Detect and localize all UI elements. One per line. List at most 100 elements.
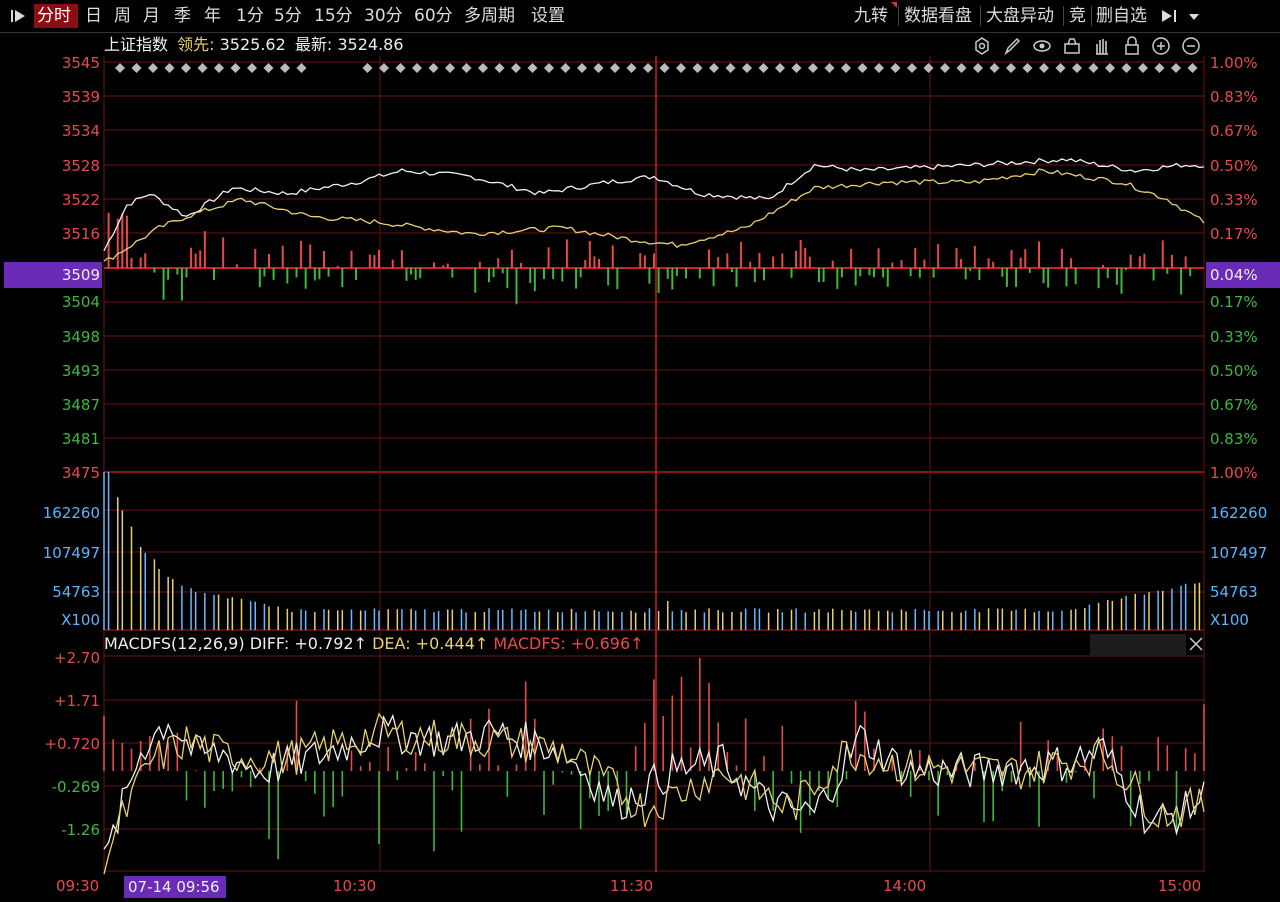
price-axis-label: 3522 [61, 191, 100, 209]
macdfs-value: +0.696↑ [570, 634, 644, 653]
pct-axis-label: 0.67% [1210, 122, 1258, 140]
macdfs-label: MACDFS: [493, 634, 566, 653]
tab-multi-period[interactable]: 多周期 [464, 4, 520, 28]
jiuzhuan-button[interactable]: 九转 [854, 4, 892, 28]
dea-value: +0.444↑ [415, 634, 489, 653]
price-axis-label: 3498 [61, 328, 100, 346]
signal-marker [940, 63, 950, 73]
quote-info-bar: 上证指数 领先: 3525.62 最新: 3524.86 [104, 34, 404, 56]
pct-axis-label: 0.33% [1210, 191, 1258, 209]
signal-marker [1006, 63, 1016, 73]
price-axis-label: 3516 [61, 225, 100, 243]
signal-marker [593, 63, 604, 73]
collapse-left-icon[interactable] [6, 4, 32, 28]
signal-marker [692, 63, 703, 73]
price-line [103, 157, 1205, 252]
settings-icon[interactable] [972, 36, 992, 56]
macd-header: MACDFS(12,26,9) DIFF: +0.792↑ DEA: +0.44… [104, 634, 644, 654]
draw-icon[interactable] [1002, 36, 1022, 56]
pct-axis-current: 0.04% [1210, 266, 1258, 284]
signal-marker [148, 63, 158, 73]
signal-marker [494, 63, 505, 73]
data-board-button[interactable]: 数据看盘 [904, 4, 978, 28]
signal-marker [1055, 63, 1066, 73]
tab-season[interactable]: 季 [174, 4, 194, 28]
signal-marker [445, 63, 455, 73]
tab-30min[interactable]: 30分 [364, 4, 404, 28]
signal-marker [676, 63, 686, 73]
collapse-right-icon[interactable] [1158, 4, 1184, 28]
tab-year[interactable]: 年 [204, 4, 224, 28]
price-axis-label: 3487 [61, 396, 100, 414]
time-axis-label: 11:30 [610, 877, 654, 895]
tab-60min[interactable]: 60分 [414, 4, 454, 28]
price-axis-label: 3528 [61, 157, 100, 175]
tab-day[interactable]: 日 [85, 4, 105, 28]
signal-marker [725, 63, 736, 73]
volume-axis-label: 162260 [1210, 504, 1268, 522]
index-name: 上证指数 [104, 35, 169, 54]
signal-marker [1022, 63, 1033, 73]
signal-marker [197, 63, 208, 73]
volume-axis-label: 54763 [52, 583, 100, 601]
signal-marker [1105, 63, 1115, 73]
pct-axis-label: 0.50% [1210, 157, 1258, 175]
lock-icon[interactable] [1122, 36, 1142, 56]
auction-button[interactable]: 竞 [1069, 4, 1089, 28]
macd-axis-label: -0.269 [51, 778, 100, 796]
signal-marker [890, 63, 901, 73]
pct-axis-label: 0.83% [1210, 88, 1258, 106]
macd-axis-label: +0.720 [44, 735, 100, 753]
latest-label: 最新: [294, 35, 333, 54]
pct-axis-label: 0.17% [1210, 225, 1258, 243]
pct-axis-label: 1.00% [1210, 54, 1258, 72]
price-axis-label: 3545 [61, 54, 100, 72]
change-bars [107, 212, 1192, 305]
tab-15min[interactable]: 15分 [314, 4, 354, 28]
time-axis-label: 10:30 [333, 877, 377, 895]
hand-icon[interactable] [1092, 36, 1112, 56]
basket-icon[interactable] [1062, 36, 1082, 56]
price-axis-current: 3509 [61, 266, 100, 284]
pct-axis-label: 1.00% [1210, 464, 1258, 482]
signal-marker [643, 63, 653, 73]
close-icon[interactable] [1186, 634, 1206, 654]
zoom-in-icon[interactable] [1151, 36, 1171, 56]
tab-fenshi[interactable]: 分时 [34, 4, 78, 28]
tab-settings[interactable]: 设置 [531, 4, 571, 28]
signal-marker [907, 63, 917, 73]
signal-marker [164, 63, 175, 73]
signal-marker [527, 63, 538, 73]
signal-marker [742, 63, 752, 73]
signal-marker [610, 63, 620, 73]
macd-title: MACDFS(12,26,9) [104, 634, 245, 653]
pct-axis-label: 0.67% [1210, 396, 1258, 414]
time-axis-label: 15:00 [1158, 877, 1202, 895]
volume-axis-label: 107497 [42, 544, 100, 562]
tab-month[interactable]: 月 [143, 4, 163, 28]
signal-marker [214, 63, 224, 73]
remove-favorite-button[interactable]: 删自选 [1096, 4, 1154, 28]
signal-marker [709, 63, 719, 73]
lead-label: 领先: [177, 35, 215, 54]
eye-icon[interactable] [1032, 36, 1052, 56]
intraday-chart[interactable] [0, 0, 1280, 902]
price-axis-label: 3481 [61, 430, 100, 448]
signal-marker [181, 63, 191, 73]
price-axis-label: 3493 [61, 362, 100, 380]
signal-marker [1171, 63, 1181, 73]
tab-1min[interactable]: 1分 [236, 4, 266, 28]
signal-marker [989, 63, 1000, 73]
signal-marker [923, 63, 934, 73]
tab-5min[interactable]: 5分 [274, 4, 304, 28]
zoom-out-icon[interactable] [1181, 36, 1201, 56]
market-alert-button[interactable]: 大盘异动 [986, 4, 1060, 28]
volume-unit-label: X100 [1210, 611, 1249, 629]
cursor-time-label: 07-14 09:56 [128, 878, 220, 896]
tab-week[interactable]: 周 [114, 4, 134, 28]
volume-axis-label: 107497 [1210, 544, 1268, 562]
signal-marker [775, 63, 785, 73]
dropdown-icon[interactable] [1186, 4, 1204, 28]
time-axis-label: 14:00 [883, 877, 927, 895]
signal-marker [1187, 63, 1198, 73]
